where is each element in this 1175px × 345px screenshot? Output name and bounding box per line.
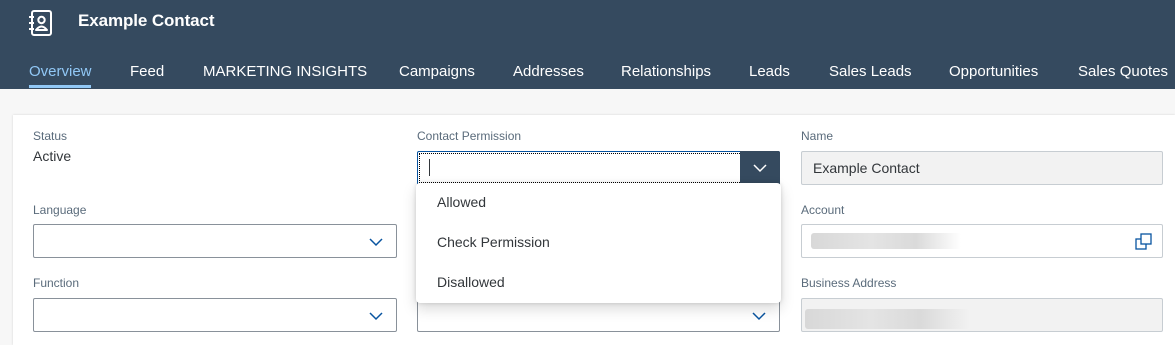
text-caret <box>429 159 430 176</box>
tab-marketing-insights[interactable]: MARKETING INSIGHTS <box>203 62 367 82</box>
tab-sales-leads[interactable]: Sales Leads <box>829 62 912 82</box>
status-label: Status <box>33 129 68 143</box>
business-address-label: Business Address <box>801 276 897 290</box>
option-allowed[interactable]: Allowed <box>416 183 781 223</box>
redacted-value <box>811 233 961 249</box>
tab-sales-quotes[interactable]: Sales Quotes <box>1078 62 1168 82</box>
page-title: Example Contact <box>78 11 215 30</box>
contact-book-icon <box>29 10 52 36</box>
function-select[interactable] <box>33 298 397 332</box>
secondary-select[interactable] <box>417 298 780 332</box>
redacted-value <box>805 309 970 329</box>
name-field[interactable]: Example Contact <box>801 151 1163 185</box>
name-value: Example Contact <box>813 160 920 176</box>
contact-permission-label: Contact Permission <box>417 129 522 143</box>
active-tab-indicator <box>29 85 91 88</box>
open-link-icon[interactable] <box>1135 233 1152 250</box>
chevron-down-icon <box>752 312 766 321</box>
app-header: Example Contact Overview Feed MARKETING … <box>0 0 1175 89</box>
tab-opportunities[interactable]: Opportunities <box>949 62 1038 82</box>
business-address-field[interactable] <box>801 298 1163 332</box>
account-label: Account <box>801 203 845 217</box>
language-label: Language <box>33 203 87 217</box>
tab-campaigns[interactable]: Campaigns <box>399 62 475 82</box>
status-value: Active <box>33 148 72 164</box>
name-label: Name <box>801 129 834 143</box>
tab-bar: Overview Feed MARKETING INSIGHTS Campaig… <box>0 62 1175 89</box>
chevron-down-icon <box>369 238 383 247</box>
tab-overview[interactable]: Overview <box>29 62 92 82</box>
function-label: Function <box>33 276 80 290</box>
dropdown-toggle-button[interactable] <box>740 151 780 185</box>
tab-addresses[interactable]: Addresses <box>513 62 584 82</box>
option-check-permission[interactable]: Check Permission <box>416 223 781 263</box>
contact-permission-dropdown: Allowed Check Permission Disallowed <box>416 183 781 303</box>
chevron-down-icon <box>753 164 767 173</box>
account-field[interactable] <box>801 224 1163 258</box>
tab-leads[interactable]: Leads <box>749 62 790 82</box>
tab-relationships[interactable]: Relationships <box>621 62 711 82</box>
tab-feed[interactable]: Feed <box>130 62 164 82</box>
option-disallowed[interactable]: Disallowed <box>416 263 781 303</box>
language-select[interactable] <box>33 224 397 258</box>
chevron-down-icon <box>369 312 383 321</box>
contact-permission-select[interactable] <box>417 151 780 185</box>
